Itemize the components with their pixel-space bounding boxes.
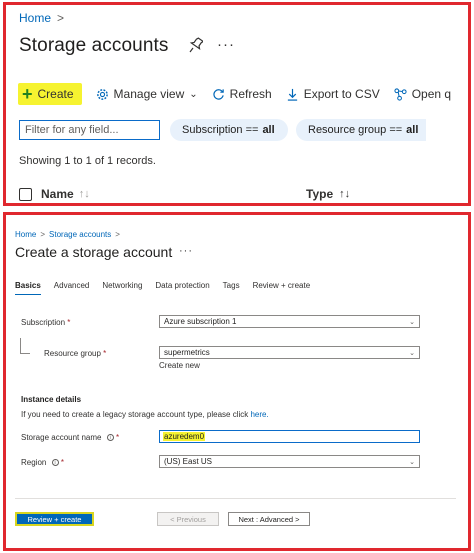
column-header-type[interactable]: Type ↑↓ bbox=[306, 187, 350, 201]
required-marker: * bbox=[60, 458, 64, 467]
tab-advanced[interactable]: Advanced bbox=[54, 281, 90, 295]
tab-tags[interactable]: Tags bbox=[223, 281, 240, 295]
required-marker: * bbox=[103, 349, 107, 358]
create-storage-account-panel: Home > Storage accounts > Create a stora… bbox=[3, 212, 471, 551]
chevron-down-icon: ⌄ bbox=[189, 88, 198, 100]
storage-accounts-list-panel: Home > Storage accounts ··· + Create Man… bbox=[3, 2, 471, 206]
info-icon[interactable]: i bbox=[106, 434, 114, 442]
required-marker: * bbox=[67, 318, 71, 327]
create-button[interactable]: + Create bbox=[18, 83, 82, 105]
resource-group-label-text: Resource group bbox=[44, 349, 101, 358]
region-value: (US) East US bbox=[164, 457, 213, 466]
manage-view-label: Manage view bbox=[113, 87, 185, 101]
refresh-icon bbox=[213, 88, 224, 100]
pin-icon[interactable] bbox=[189, 37, 203, 53]
refresh-button[interactable]: Refresh bbox=[212, 83, 272, 105]
chevron-down-icon: ⌄ bbox=[409, 349, 415, 357]
resource-group-label: Resource group * bbox=[44, 349, 106, 358]
breadcrumb-separator: > bbox=[115, 230, 120, 239]
breadcrumb-home[interactable]: Home bbox=[19, 11, 51, 25]
more-options-icon[interactable]: ··· bbox=[179, 245, 193, 257]
breadcrumb-separator: > bbox=[40, 230, 46, 239]
records-count: Showing 1 to 1 of 1 records. bbox=[19, 155, 156, 167]
next-advanced-button[interactable]: Next : Advanced > bbox=[228, 512, 310, 526]
instance-details-heading: Instance details bbox=[21, 395, 82, 404]
column-header-name[interactable]: Name ↑↓ bbox=[41, 187, 90, 201]
subscription-select[interactable]: Azure subscription 1 ⌄ bbox=[159, 315, 420, 328]
subscription-filter-pill[interactable]: Subscription == all bbox=[170, 119, 288, 141]
export-csv-button[interactable]: Export to CSV bbox=[286, 83, 380, 105]
column-name-label: Name bbox=[41, 187, 74, 201]
open-query-button[interactable]: Open q bbox=[394, 83, 451, 105]
subscription-filter-value: all bbox=[262, 124, 275, 136]
subscription-value: Azure subscription 1 bbox=[164, 317, 237, 326]
subscription-label-text: Subscription bbox=[21, 318, 66, 327]
breadcrumb: Home > Storage accounts > bbox=[15, 230, 120, 239]
footer-divider bbox=[15, 498, 456, 499]
select-all-checkbox[interactable] bbox=[19, 187, 32, 201]
create-new-link[interactable]: Create new bbox=[159, 361, 200, 370]
plus-icon: + bbox=[22, 84, 33, 104]
page-title: Create a storage account bbox=[15, 244, 173, 260]
legacy-account-link[interactable]: here. bbox=[250, 410, 268, 419]
wizard-tabs: Basics Advanced Networking Data protecti… bbox=[15, 281, 323, 295]
column-type-label: Type bbox=[306, 187, 334, 201]
info-icon[interactable]: i bbox=[51, 459, 59, 467]
create-label: Create bbox=[37, 87, 74, 101]
tab-review-create[interactable]: Review + create bbox=[253, 281, 311, 295]
tab-data-protection[interactable]: Data protection bbox=[155, 281, 209, 295]
query-graph-icon bbox=[394, 87, 407, 101]
breadcrumb-home[interactable]: Home bbox=[15, 230, 36, 239]
chevron-down-icon: ⌄ bbox=[409, 458, 415, 466]
open-query-label: Open q bbox=[411, 87, 452, 101]
legacy-account-note: If you need to create a legacy storage a… bbox=[21, 410, 269, 419]
region-select[interactable]: (US) East US ⌄ bbox=[159, 455, 420, 468]
more-options-icon[interactable]: ··· bbox=[217, 36, 235, 53]
legacy-account-text: If you need to create a legacy storage a… bbox=[21, 410, 249, 419]
sort-icon: ↑↓ bbox=[78, 188, 90, 200]
resource-group-filter-pill[interactable]: Resource group == all bbox=[296, 119, 426, 141]
region-label: Region i * bbox=[21, 458, 64, 467]
storage-account-name-label-text: Storage account name bbox=[21, 433, 102, 442]
tree-connector bbox=[20, 338, 30, 354]
subscription-filter-label: Subscription == bbox=[182, 124, 259, 136]
resource-group-filter-value: all bbox=[406, 124, 419, 136]
page-title: Storage accounts bbox=[19, 35, 169, 56]
resource-group-value: supermetrics bbox=[164, 348, 210, 357]
tab-basics[interactable]: Basics bbox=[15, 281, 41, 295]
breadcrumb-storage-accounts[interactable]: Storage accounts bbox=[49, 230, 111, 239]
breadcrumb: Home > bbox=[19, 11, 64, 25]
breadcrumb-separator: > bbox=[57, 11, 65, 25]
table-header: Name ↑↓ Type ↑↓ bbox=[19, 184, 459, 204]
tab-networking[interactable]: Networking bbox=[102, 281, 142, 295]
gear-icon bbox=[96, 88, 108, 100]
review-create-button[interactable]: Review + create bbox=[15, 512, 94, 526]
sort-icon: ↑↓ bbox=[339, 188, 351, 200]
refresh-label: Refresh bbox=[229, 87, 272, 101]
export-csv-label: Export to CSV bbox=[303, 87, 380, 101]
command-bar: + Create Manage view ⌄ Refresh Export to… bbox=[18, 81, 468, 107]
resource-group-filter-label: Resource group == bbox=[308, 124, 403, 136]
manage-view-button[interactable]: Manage view ⌄ bbox=[96, 83, 198, 105]
chevron-down-icon: ⌄ bbox=[409, 318, 415, 326]
previous-button[interactable]: < Previous bbox=[157, 512, 219, 526]
filter-input[interactable] bbox=[19, 120, 160, 140]
required-marker: * bbox=[115, 433, 120, 442]
subscription-label: Subscription * bbox=[21, 318, 70, 327]
storage-account-name-label: Storage account name i * bbox=[21, 433, 119, 442]
download-icon bbox=[287, 88, 297, 101]
region-label-text: Region bbox=[21, 458, 47, 467]
storage-account-name-value: azuredem0 bbox=[163, 432, 206, 441]
resource-group-select[interactable]: supermetrics ⌄ bbox=[159, 346, 420, 359]
storage-account-name-input[interactable]: azuredem0 bbox=[159, 430, 420, 443]
